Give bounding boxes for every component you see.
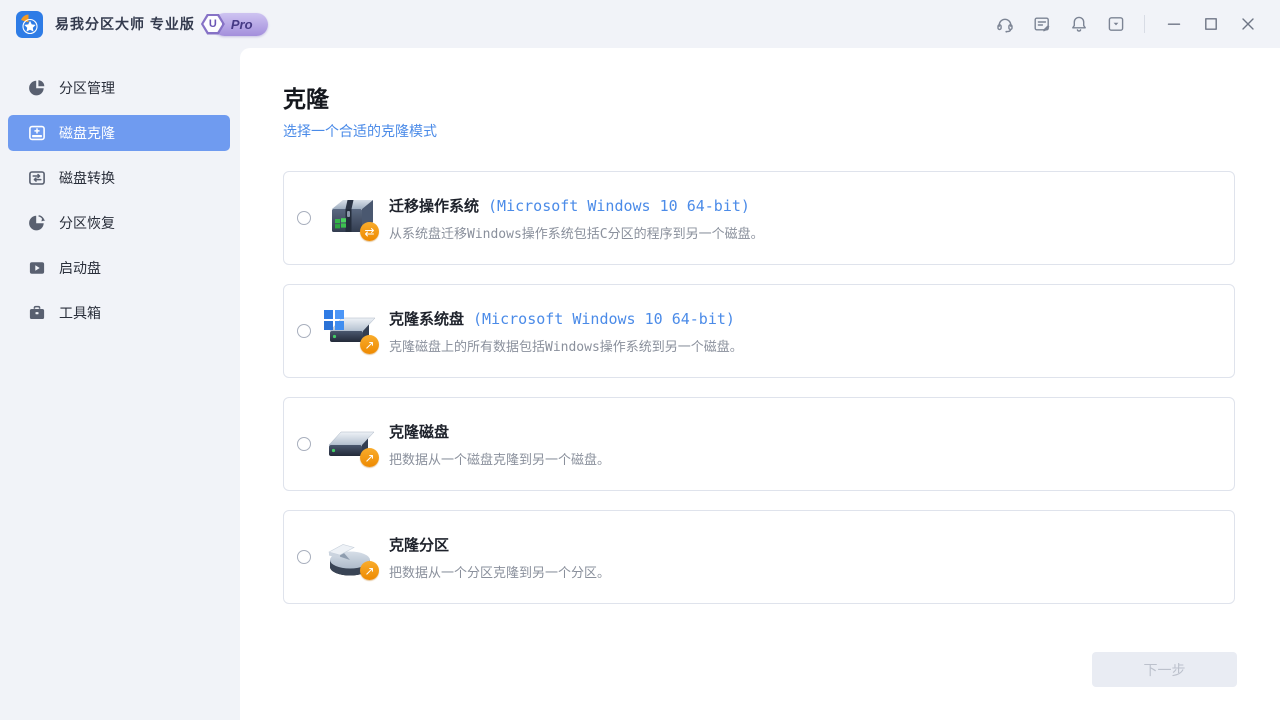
radio-clone-partition[interactable] <box>297 550 311 564</box>
clone-partition-icon: ↗ <box>322 533 380 581</box>
support-headset-icon[interactable] <box>986 8 1023 40</box>
sidebar-item-label: 分区管理 <box>59 78 115 98</box>
pro-badge: U Pro <box>213 13 268 36</box>
clone-disk-icon: ↗ <box>322 420 380 468</box>
option-title: 克隆分区 <box>389 534 610 555</box>
disk-convert-icon <box>28 169 46 187</box>
close-button[interactable] <box>1229 8 1266 40</box>
page-title: 克隆 <box>283 88 1235 112</box>
sidebar: 分区管理 磁盘克隆 磁盘转换 分区 <box>0 48 240 720</box>
feedback-note-icon[interactable] <box>1023 8 1060 40</box>
sidebar-item-partition-manager[interactable]: 分区管理 <box>8 70 230 106</box>
option-title: 迁移操作系统(Microsoft Windows 10 64-bit) <box>389 195 764 216</box>
sidebar-item-label: 磁盘克隆 <box>59 123 115 143</box>
partition-recovery-icon <box>28 214 46 232</box>
bootable-media-icon <box>28 259 46 277</box>
option-title: 克隆磁盘 <box>389 421 610 442</box>
sidebar-item-partition-recovery[interactable]: 分区恢复 <box>8 205 230 241</box>
toolbox-icon <box>28 304 46 322</box>
notifications-bell-icon[interactable] <box>1060 8 1097 40</box>
swap-arrows-badge-icon: ⇄ <box>360 222 379 241</box>
option-os-info: (Microsoft Windows 10 64-bit) <box>488 197 750 215</box>
titlebar-divider <box>1144 15 1145 33</box>
option-text: 克隆系统盘(Microsoft Windows 10 64-bit) 克隆磁盘上… <box>389 308 743 355</box>
menu-dropdown-icon[interactable] <box>1097 8 1134 40</box>
option-description: 克隆磁盘上的所有数据包括Windows操作系统到另一个磁盘。 <box>389 336 743 355</box>
clone-option-system-disk[interactable]: ↗ 克隆系统盘(Microsoft Windows 10 64-bit) 克隆磁… <box>283 284 1235 378</box>
clone-arrow-badge-icon: ↗ <box>360 335 379 354</box>
maximize-button[interactable] <box>1192 8 1229 40</box>
option-text: 克隆磁盘 把数据从一个磁盘克隆到另一个磁盘。 <box>389 421 610 468</box>
sidebar-item-label: 启动盘 <box>59 258 101 278</box>
clone-arrow-badge-icon: ↗ <box>360 561 379 580</box>
titlebar: 易我分区大师 专业版 U Pro <box>0 0 1280 48</box>
clone-mode-list: ⇄ 迁移操作系统(Microsoft Windows 10 64-bit) 从系… <box>283 171 1235 604</box>
next-step-button[interactable]: 下一步 <box>1092 652 1237 687</box>
sidebar-item-toolbox[interactable]: 工具箱 <box>8 295 230 331</box>
option-os-info: (Microsoft Windows 10 64-bit) <box>473 310 735 328</box>
disk-clone-icon <box>28 124 46 142</box>
clone-system-disk-icon: ↗ <box>322 307 380 355</box>
clone-page: 克隆 选择一个合适的克隆模式 <box>240 48 1280 720</box>
clone-arrow-badge-icon: ↗ <box>360 448 379 467</box>
app-title: 易我分区大师 专业版 <box>55 14 195 34</box>
option-description: 把数据从一个磁盘克隆到另一个磁盘。 <box>389 449 610 468</box>
sidebar-item-disk-clone[interactable]: 磁盘克隆 <box>8 115 230 151</box>
partition-manager-icon <box>28 79 46 97</box>
radio-migrate-os[interactable] <box>297 211 311 225</box>
migrate-os-icon: ⇄ <box>322 194 380 242</box>
sidebar-item-label: 工具箱 <box>59 303 101 323</box>
option-description: 从系统盘迁移Windows操作系统包括C分区的程序到另一个磁盘。 <box>389 223 764 242</box>
sidebar-item-bootable-media[interactable]: 启动盘 <box>8 250 230 286</box>
minimize-button[interactable] <box>1155 8 1192 40</box>
option-text: 克隆分区 把数据从一个分区克隆到另一个分区。 <box>389 534 610 581</box>
clone-option-partition[interactable]: ↗ 克隆分区 把数据从一个分区克隆到另一个分区。 <box>283 510 1235 604</box>
titlebar-actions <box>986 8 1266 40</box>
app-logo-icon <box>16 11 43 38</box>
pro-badge-label: Pro <box>231 17 253 32</box>
radio-clone-disk[interactable] <box>297 437 311 451</box>
sidebar-item-label: 分区恢复 <box>59 213 115 233</box>
option-description: 把数据从一个分区克隆到另一个分区。 <box>389 562 610 581</box>
option-text: 迁移操作系统(Microsoft Windows 10 64-bit) 从系统盘… <box>389 195 764 242</box>
radio-clone-system-disk[interactable] <box>297 324 311 338</box>
option-title: 克隆系统盘(Microsoft Windows 10 64-bit) <box>389 308 743 329</box>
clone-option-disk[interactable]: ↗ 克隆磁盘 把数据从一个磁盘克隆到另一个磁盘。 <box>283 397 1235 491</box>
pro-badge-u-icon: U <box>201 14 225 35</box>
sidebar-item-disk-convert[interactable]: 磁盘转换 <box>8 160 230 196</box>
sidebar-item-label: 磁盘转换 <box>59 168 115 188</box>
page-subtitle: 选择一个合适的克隆模式 <box>283 123 1235 142</box>
clone-option-migrate-os[interactable]: ⇄ 迁移操作系统(Microsoft Windows 10 64-bit) 从系… <box>283 171 1235 265</box>
